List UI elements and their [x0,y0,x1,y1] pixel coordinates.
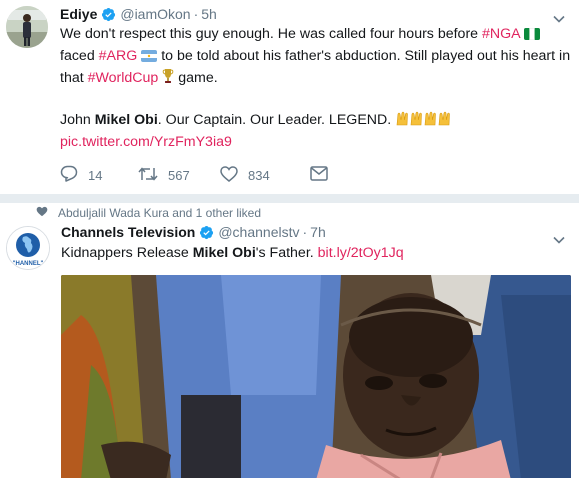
tweet-header: Channels Television @channelstv · 7h [61,224,326,240]
user-handle[interactable]: @iamOkon [120,6,190,22]
text-bold: Mikel Obi [192,245,256,261]
retweet-icon [138,166,168,185]
display-name[interactable]: Ediye [60,6,97,22]
reply-icon [60,165,88,185]
text-segment: 's Father. [255,245,318,261]
tweet-photo[interactable] [61,275,571,478]
like-count: 834 [248,167,270,183]
social-context-text: Abduljalil Wada Kura and 1 other liked [58,206,262,220]
trophy-emoji [162,68,174,90]
user-handle[interactable]: @channelstv [218,224,299,240]
avatar-text: "HANNEL" [13,261,44,267]
like-button[interactable]: 834 [220,165,310,185]
avatar[interactable] [6,6,48,48]
reply-button[interactable]: 14 [60,165,138,185]
tweet-header: Ediye @iamOkon · 5h [60,6,217,22]
timestamp[interactable]: 7h [310,224,326,240]
avatar[interactable]: "HANNEL" [6,226,50,270]
raised-hands-emoji [395,110,455,132]
tweet-channels-television[interactable]: Abduljalil Wada Kura and 1 other liked "… [0,203,579,478]
message-icon [310,166,338,184]
tweet-ediye[interactable]: Ediye @iamOkon · 5h We don't respect thi… [0,0,579,195]
heart-icon [36,206,58,220]
nigeria-flag-icon [523,26,541,46]
verified-icon [101,7,116,22]
text-segment: Kidnappers Release [61,245,193,261]
hashtag-arg[interactable]: #ARG [99,48,138,64]
timeline-separator [0,195,579,203]
retweet-button[interactable]: 567 [138,166,220,185]
social-context[interactable]: Abduljalil Wada Kura and 1 other liked [36,206,261,220]
tweet-text: We don't respect this guy enough. He was… [60,24,570,152]
tweet-actions: 14 567 834 [60,165,338,185]
text-segment: game. [174,70,218,86]
hashtag-worldcup[interactable]: #WorldCup [88,70,159,86]
text-segment: to be told about his father's abduction.… [157,48,571,64]
separator-dot: · [302,224,308,240]
text-segment: We don't respect this guy enough. He was… [60,26,483,42]
text-segment: . Our Captain. Our Leader. LEGEND. [157,112,392,128]
article-link[interactable]: bit.ly/2tOy1Jq [318,245,404,261]
hashtag-nga[interactable]: #NGA [482,26,520,42]
chevron-down-icon[interactable] [553,231,565,244]
text-segment: John [60,112,95,128]
text-bold: Mikel Obi [94,112,158,128]
reply-count: 14 [88,167,103,183]
display-name[interactable]: Channels Television [61,224,195,240]
text-segment: faced [60,48,99,64]
tweet-text: Kidnappers Release Mikel Obi's Father. b… [61,243,571,263]
pic-link[interactable]: pic.twitter.com/YrzFmY3ia9 [60,134,232,150]
retweet-count: 567 [168,167,190,183]
separator-dot: · [193,6,199,22]
chevron-down-icon[interactable] [553,10,565,23]
argentina-flag-icon [141,48,158,68]
heart-icon [220,165,248,185]
verified-icon [199,225,214,240]
timestamp[interactable]: 5h [201,6,217,22]
direct-message-button[interactable] [310,166,338,184]
text-segment: that [60,70,88,86]
